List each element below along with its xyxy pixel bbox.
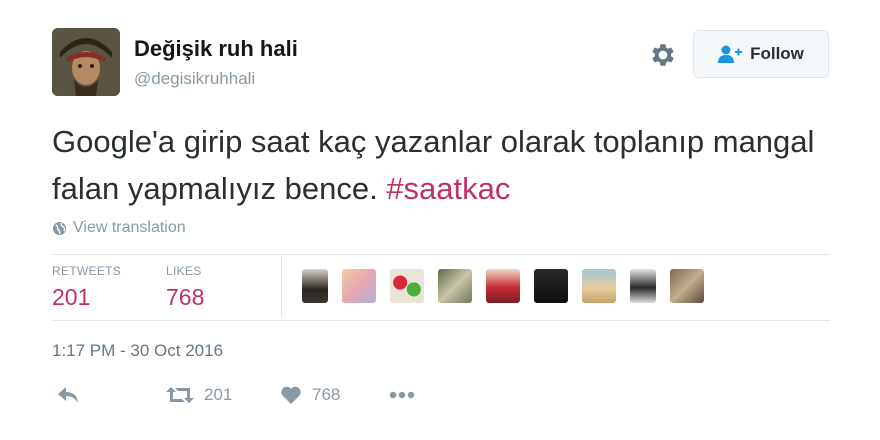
like-count: 768 bbox=[312, 385, 341, 404]
globe-icon bbox=[52, 221, 67, 235]
retweet-button[interactable]: 201 bbox=[166, 385, 232, 405]
follow-button-label: Follow bbox=[750, 44, 804, 63]
liker-avatar[interactable] bbox=[486, 269, 520, 303]
heart-icon bbox=[281, 386, 301, 404]
divider bbox=[52, 320, 830, 321]
more-button[interactable] bbox=[388, 385, 416, 405]
tweet-timestamp[interactable]: 1:17 PM - 30 Oct 2016 bbox=[52, 341, 223, 361]
avatar[interactable] bbox=[52, 28, 120, 96]
liker-avatar[interactable] bbox=[302, 269, 328, 303]
display-name[interactable]: Değişik ruh hali bbox=[134, 36, 298, 62]
reply-icon bbox=[58, 387, 78, 403]
likes-count: 768 bbox=[166, 284, 205, 310]
liker-avatar[interactable] bbox=[670, 269, 704, 303]
follow-button[interactable]: Follow bbox=[693, 30, 829, 78]
divider bbox=[52, 254, 830, 255]
gear-icon[interactable] bbox=[648, 40, 678, 70]
tweet-text: Google'a girip saat kaç yazanlar olarak … bbox=[52, 118, 842, 212]
liker-avatar[interactable] bbox=[534, 269, 568, 303]
likes-label: LIKES bbox=[166, 264, 202, 278]
follow-user-icon bbox=[718, 45, 743, 63]
retweets-stat[interactable]: RETWEETS 201 bbox=[52, 264, 121, 311]
stats-separator bbox=[281, 256, 282, 318]
likes-stat[interactable]: LIKES 768 bbox=[166, 264, 204, 311]
liker-avatar[interactable] bbox=[438, 269, 472, 303]
liker-avatar[interactable] bbox=[390, 269, 424, 303]
avatar-image bbox=[52, 28, 120, 96]
likers-list bbox=[302, 269, 704, 303]
retweet-count: 201 bbox=[204, 385, 233, 404]
hashtag-link[interactable]: #saatkac bbox=[386, 171, 510, 206]
more-icon bbox=[389, 391, 415, 399]
liker-avatar[interactable] bbox=[582, 269, 616, 303]
liker-avatar[interactable] bbox=[630, 269, 656, 303]
reply-button[interactable] bbox=[56, 385, 80, 405]
retweets-label: RETWEETS bbox=[52, 264, 122, 278]
view-translation-link[interactable]: View translation bbox=[52, 219, 186, 237]
like-button[interactable]: 768 bbox=[280, 385, 340, 405]
liker-avatar[interactable] bbox=[342, 269, 376, 303]
view-translation-label: View translation bbox=[73, 219, 186, 236]
retweet-icon bbox=[166, 387, 194, 403]
user-handle[interactable]: @degisikruhhali bbox=[134, 69, 255, 89]
retweets-count: 201 bbox=[52, 284, 91, 310]
